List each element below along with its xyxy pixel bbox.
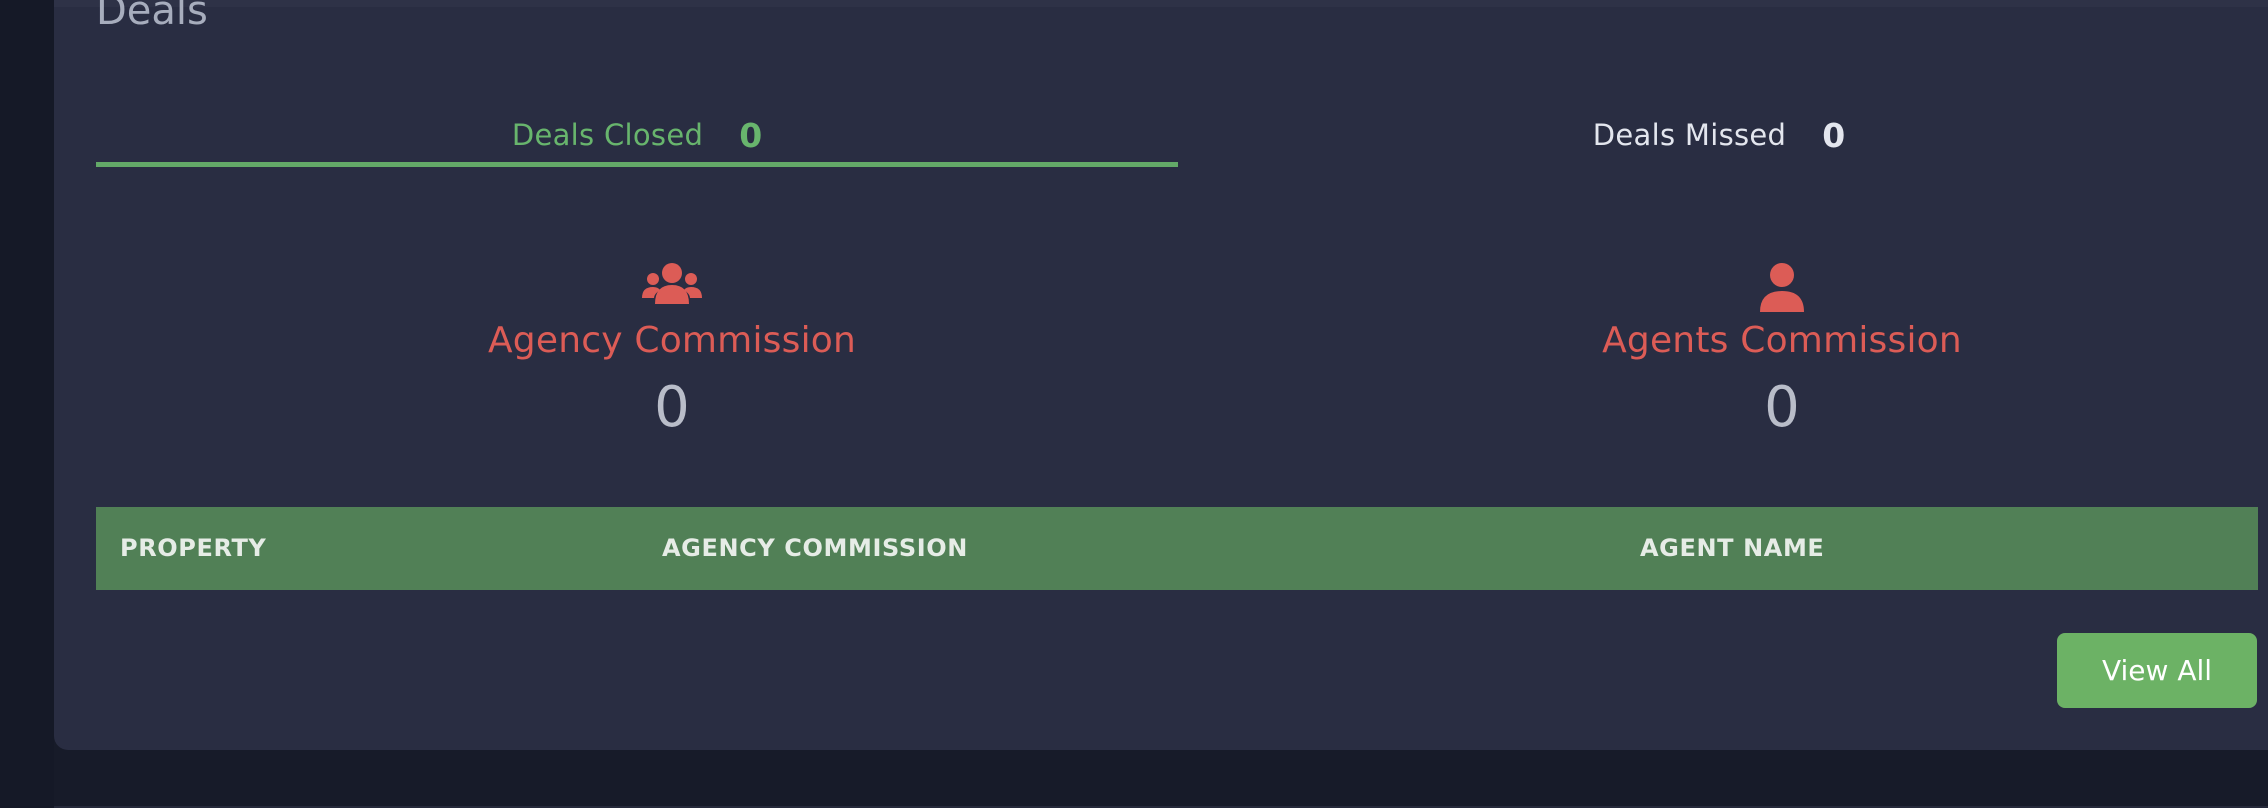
deals-card: Deals Deals Closed 0 Deals Missed 0 Agen… xyxy=(54,0,2268,750)
tab-deals-missed-count: 0 xyxy=(1822,115,1846,155)
tab-deals-missed[interactable]: Deals Missed 0 xyxy=(1178,100,2260,170)
agents-commission-label: Agents Commission xyxy=(1602,320,1962,361)
tab-deals-closed[interactable]: Deals Closed 0 xyxy=(96,100,1178,170)
user-icon xyxy=(1432,262,2132,314)
tab-deals-missed-label: Deals Missed xyxy=(1592,118,1787,152)
tab-deals-closed-label: Deals Closed xyxy=(511,118,704,152)
agency-commission-value: 0 xyxy=(654,375,690,440)
users-group-icon xyxy=(322,262,1022,314)
sidebar-edge xyxy=(0,0,54,808)
view-all-button[interactable]: View All xyxy=(2057,633,2257,708)
card-top-border xyxy=(54,0,2268,7)
section-title: Deals xyxy=(96,0,208,34)
tab-deals-closed-count: 0 xyxy=(739,115,763,155)
column-header-agency-commission[interactable]: AGENCY COMMISSION xyxy=(662,507,968,590)
agents-commission-value: 0 xyxy=(1764,375,1800,440)
deals-table-header: PROPERTY AGENCY COMMISSION AGENT NAME xyxy=(96,507,2258,590)
column-header-agent-name[interactable]: AGENT NAME xyxy=(1640,507,1824,590)
active-tab-indicator xyxy=(96,162,1178,167)
agents-commission-stat: Agents Commission 0 xyxy=(1432,262,2132,440)
agency-commission-label: Agency Commission xyxy=(487,320,857,361)
agency-commission-stat: Agency Commission 0 xyxy=(322,262,1022,440)
column-header-property[interactable]: PROPERTY xyxy=(120,507,266,590)
